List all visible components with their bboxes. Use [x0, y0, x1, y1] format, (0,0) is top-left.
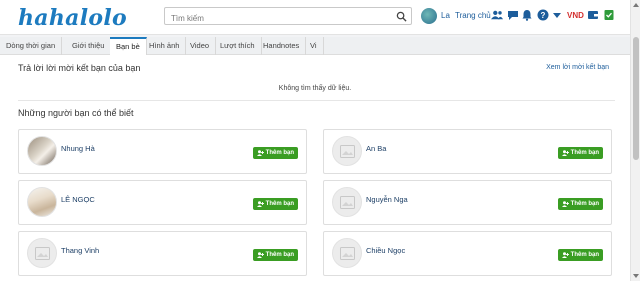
friend-name[interactable]: LÊ NGỌC: [61, 195, 95, 204]
friend-name[interactable]: Nhung Hà: [61, 144, 95, 153]
help-icon[interactable]: ?: [537, 9, 549, 21]
suggestion-card: Nhung Hà Thêm bạn: [18, 129, 307, 174]
image-placeholder-icon: [340, 247, 355, 260]
user-avatar[interactable]: [421, 8, 437, 24]
suggestions-title: Những người bạn có thể biết: [18, 108, 134, 118]
svg-text:?: ?: [541, 11, 546, 20]
wallet-icon[interactable]: [587, 9, 599, 21]
friend-name[interactable]: Nguyễn Nga: [366, 195, 408, 204]
scroll-down-icon[interactable]: [632, 272, 640, 280]
image-placeholder-icon: [340, 145, 355, 158]
friend-name[interactable]: An Ba: [366, 144, 386, 153]
tab-timeline[interactable]: Dòng thời gian: [0, 37, 63, 55]
friend-name[interactable]: Chiều Ngọc: [366, 246, 405, 255]
checklist-icon[interactable]: [603, 9, 615, 21]
suggestion-card: Nguyễn Nga Thêm bạn: [323, 180, 612, 225]
suggestion-card: LÊ NGỌC Thêm bạn: [18, 180, 307, 225]
suggestion-card: Thang Vinh Thêm bạn: [18, 231, 307, 276]
add-friend-button[interactable]: Thêm bạn: [252, 147, 298, 159]
tab-handnotes[interactable]: Handnotes: [257, 37, 307, 55]
image-placeholder-icon: [340, 196, 355, 209]
chevron-down-icon[interactable]: [551, 9, 563, 21]
add-friend-button[interactable]: Thêm bạn: [557, 147, 603, 159]
friends-panel: Trả lời lời mời kết bạn của bạn Xem lời …: [0, 55, 630, 281]
search-icon[interactable]: [396, 11, 407, 22]
friend-photo-placeholder[interactable]: [332, 187, 362, 217]
add-user-icon: [256, 252, 264, 258]
scroll-up-icon[interactable]: [632, 1, 640, 9]
friend-photo[interactable]: [27, 136, 57, 166]
image-placeholder-icon: [35, 247, 50, 260]
hahalolo-logo[interactable]: hahalolo: [18, 5, 127, 31]
top-header: hahalolo La Trang chủ ? VND: [0, 0, 630, 35]
profile-tabs: Dòng thời gian Giới thiệu Bạn bè Hình ản…: [0, 37, 630, 55]
tab-friends[interactable]: Bạn bè: [110, 37, 147, 55]
friend-photo[interactable]: [27, 187, 57, 217]
tab-videos[interactable]: Video: [184, 37, 217, 55]
friend-photo-placeholder[interactable]: [332, 238, 362, 268]
friend-photo-placeholder[interactable]: [27, 238, 57, 268]
add-user-icon: [561, 150, 569, 156]
tab-about[interactable]: Giới thiệu: [66, 37, 112, 55]
user-name-link[interactable]: La: [441, 11, 450, 20]
messages-icon[interactable]: [507, 9, 519, 21]
tab-photos[interactable]: Hình ảnh: [143, 37, 187, 55]
add-user-icon: [561, 201, 569, 207]
scrollbar-thumb[interactable]: [633, 37, 639, 160]
suggestion-card: Chiều Ngọc Thêm bạn: [323, 231, 612, 276]
empty-message: Không tìm thấy dữ liệu.: [278, 85, 352, 92]
tab-likes[interactable]: Lượt thích: [214, 37, 262, 55]
notifications-icon[interactable]: [521, 9, 533, 21]
friend-requests-title: Trả lời lời mời kết bạn của bạn: [18, 63, 141, 73]
see-friend-requests-link[interactable]: Xem lời mời kết bạn: [546, 64, 609, 71]
page-scrollbar[interactable]: [630, 0, 640, 281]
add-user-icon: [256, 150, 264, 156]
add-user-icon: [561, 252, 569, 258]
search-box: [164, 7, 412, 27]
search-input[interactable]: [165, 10, 385, 27]
home-link[interactable]: Trang chủ: [455, 11, 491, 20]
friend-name[interactable]: Thang Vinh: [61, 246, 99, 255]
tab-vi[interactable]: Vi: [304, 37, 324, 55]
add-friend-button[interactable]: Thêm bạn: [252, 198, 298, 210]
currency-selector[interactable]: VND: [567, 11, 584, 20]
suggestion-card: An Ba Thêm bạn: [323, 129, 612, 174]
add-friend-button[interactable]: Thêm bạn: [252, 249, 298, 261]
add-user-icon: [256, 201, 264, 207]
add-friend-button[interactable]: Thêm bạn: [557, 198, 603, 210]
friends-icon[interactable]: [491, 9, 503, 21]
section-divider: [18, 100, 615, 101]
friend-photo-placeholder[interactable]: [332, 136, 362, 166]
add-friend-button[interactable]: Thêm bạn: [557, 249, 603, 261]
